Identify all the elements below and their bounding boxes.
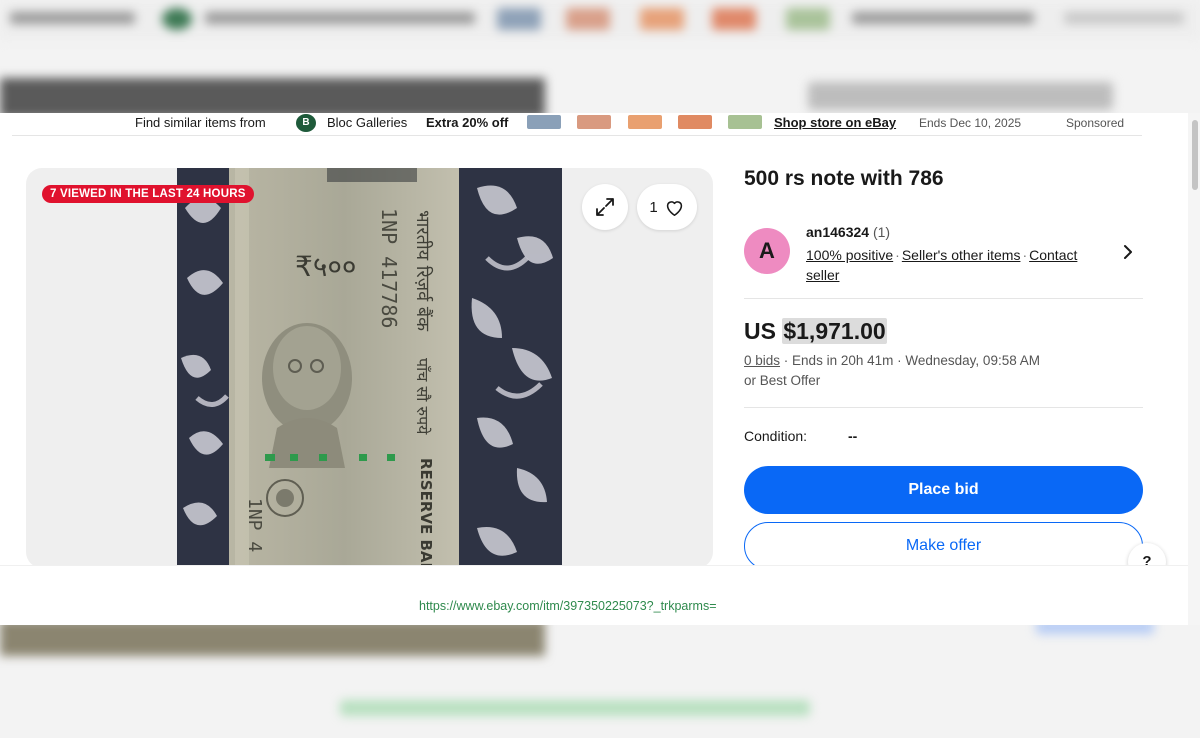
background-text bbox=[10, 12, 135, 24]
seller-other-items-link[interactable]: Seller's other items bbox=[902, 247, 1021, 263]
sponsored-strip: Find similar items from B Bloc Galleries… bbox=[0, 113, 1142, 133]
source-url[interactable]: https://www.ebay.com/itm/397350225073?_t… bbox=[419, 599, 717, 613]
background-logo bbox=[162, 8, 192, 30]
viewed-badge: 7 VIEWED IN THE LAST 24 HOURS bbox=[42, 185, 254, 203]
sponsored-item-thumb[interactable] bbox=[678, 115, 712, 129]
price: US $1,971.00 bbox=[744, 318, 887, 345]
place-bid-button[interactable]: Place bid bbox=[744, 466, 1143, 514]
strip-divider bbox=[12, 135, 1142, 136]
auction-end-time: Wednesday, 09:58 AM bbox=[905, 353, 1040, 368]
sponsored-item-thumb[interactable] bbox=[577, 115, 611, 129]
auction-time-left: Ends in 20h 41m bbox=[792, 353, 894, 368]
seller-username[interactable]: an146324 bbox=[806, 224, 869, 240]
note-value-hindi: पाँच सौ रुपये bbox=[413, 358, 432, 435]
background-thumb bbox=[566, 8, 610, 30]
promo-text: Extra 20% off bbox=[426, 115, 509, 130]
expand-image-button[interactable] bbox=[582, 184, 628, 230]
heart-icon bbox=[666, 200, 682, 216]
watch-button[interactable]: 1 bbox=[637, 184, 697, 230]
background-thumb bbox=[640, 8, 684, 30]
note-bank-english: RESERVE BANK bbox=[417, 458, 435, 568]
url-caption-bar: https://www.ebay.com/itm/397350225073?_t… bbox=[0, 565, 1200, 625]
store-name[interactable]: Bloc Galleries bbox=[327, 115, 407, 130]
best-offer-text: or Best Offer bbox=[744, 373, 821, 388]
note-serial: 1NP 417786 bbox=[377, 208, 401, 328]
condition-value: -- bbox=[848, 428, 858, 444]
chevron-right-icon[interactable] bbox=[1122, 243, 1134, 261]
seller-links: 100% positive · Seller's other items · Conta… bbox=[806, 247, 1078, 283]
watch-count: 1 bbox=[649, 198, 658, 216]
promo-ends-text: Ends Dec 10, 2025 bbox=[919, 116, 1022, 130]
shop-store-link[interactable]: Shop store on eBay bbox=[774, 115, 896, 130]
sponsored-item-thumb[interactable] bbox=[628, 115, 662, 129]
note-denomination: ₹५०० bbox=[295, 250, 357, 283]
seller-feedback-count: (1) bbox=[872, 224, 891, 240]
svg-text:1NP 4: 1NP 4 bbox=[244, 498, 265, 552]
background-banner bbox=[0, 620, 545, 656]
condition-label: Condition: bbox=[744, 428, 808, 444]
make-offer-button[interactable]: Make offer bbox=[744, 522, 1143, 570]
background-link bbox=[340, 700, 810, 716]
positive-feedback-link[interactable]: 100% positive bbox=[806, 247, 893, 263]
store-logo-icon[interactable]: B bbox=[296, 114, 316, 132]
background-thumb bbox=[786, 8, 830, 30]
find-similar-text: Find similar items from bbox=[135, 115, 266, 130]
background-text bbox=[1064, 12, 1184, 24]
expand-icon bbox=[596, 198, 614, 216]
banknote-photo[interactable]: ₹५०० 1NP 417786 भारतीय रिज़र्व बैंक पाँच… bbox=[177, 168, 562, 568]
background-thumb bbox=[712, 8, 756, 30]
avatar[interactable]: A bbox=[744, 228, 790, 274]
divider bbox=[744, 407, 1143, 408]
divider bbox=[744, 298, 1143, 299]
seller-name[interactable]: an146324 (1) bbox=[806, 224, 890, 240]
seller-card[interactable]: A an146324 (1) 100% positive · Seller's ot… bbox=[744, 221, 1144, 291]
background-text bbox=[205, 12, 475, 24]
bid-count-link[interactable]: 0 bids bbox=[744, 353, 780, 368]
scrollbar-thumb[interactable] bbox=[1192, 120, 1198, 190]
listing-title: 500 rs note with 786 bbox=[744, 167, 944, 190]
price-amount: $1,971.00 bbox=[782, 318, 887, 344]
bid-info: 0 bids · Ends in 20h 41m · Wednesday, 09… bbox=[744, 353, 1040, 388]
background-banner bbox=[0, 78, 545, 118]
sponsored-item-thumb[interactable] bbox=[527, 115, 561, 129]
sponsored-label: Sponsored bbox=[1066, 116, 1125, 130]
price-currency: US bbox=[744, 318, 776, 344]
background-text bbox=[852, 12, 1034, 24]
background-thumb bbox=[497, 8, 541, 30]
sponsored-item-thumb[interactable] bbox=[728, 115, 762, 129]
background-title bbox=[808, 82, 1113, 110]
listing-card: Find similar items from B Bloc Galleries… bbox=[0, 113, 1200, 625]
image-gallery[interactable]: ₹५०० 1NP 417786 भारतीय रिज़र्व बैंक पाँच… bbox=[26, 168, 713, 568]
note-bank-hindi: भारतीय रिज़र्व बैंक bbox=[412, 210, 434, 332]
